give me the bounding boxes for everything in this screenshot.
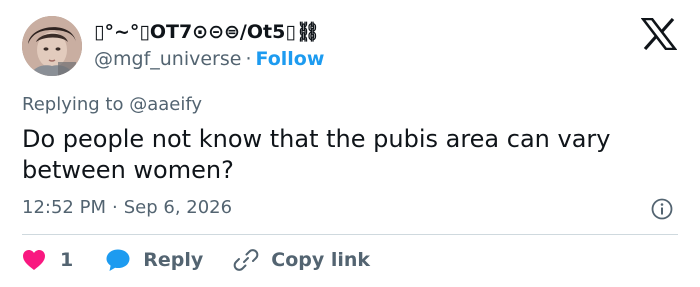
replying-to-handle[interactable]: @aaeify	[129, 94, 202, 115]
x-logo-icon[interactable]	[640, 17, 678, 51]
author-handle[interactable]: @mgf_universe	[94, 48, 241, 70]
link-icon	[233, 249, 259, 271]
like-button[interactable]: 1	[22, 249, 73, 271]
tweet-date: Sep 6, 2026	[123, 197, 233, 218]
info-icon[interactable]	[651, 198, 673, 220]
like-count: 1	[60, 249, 74, 271]
divider	[22, 234, 678, 235]
reply-label: Reply	[143, 249, 204, 271]
tweet-actions-bar: 1 Reply Copy link	[22, 246, 370, 274]
tweet-time: 12:52 PM	[22, 197, 106, 218]
author-display-name[interactable]: ▯°~°▯OT7⊙⊝⊜/Ot5▯⛓	[94, 20, 320, 43]
timestamp-link[interactable]: 12:52 PM · Sep 6, 2026	[22, 197, 232, 218]
copy-link-label: Copy link	[271, 249, 371, 271]
copy-link-button[interactable]: Copy link	[233, 247, 370, 273]
replying-prefix: Replying to	[22, 94, 124, 115]
handle-separator: ·	[245, 48, 252, 70]
author-handle-row: @mgf_universe · Follow	[94, 48, 324, 70]
timestamp-separator: ·	[111, 197, 118, 218]
reply-bubble-icon	[106, 249, 130, 271]
follow-button[interactable]: Follow	[256, 48, 325, 70]
tweet-embed-card: ▯°~°▯OT7⊙⊝⊜/Ot5▯⛓ @mgf_universe · Follow R…	[0, 0, 700, 287]
heart-icon	[23, 250, 45, 270]
avatar-photo	[22, 16, 82, 76]
tweet-text: Do people not know that the pubis area c…	[22, 125, 611, 184]
avatar[interactable]	[22, 16, 82, 76]
replying-to-line: Replying to @aaeify	[22, 94, 202, 115]
reply-button[interactable]: Reply	[105, 248, 203, 272]
